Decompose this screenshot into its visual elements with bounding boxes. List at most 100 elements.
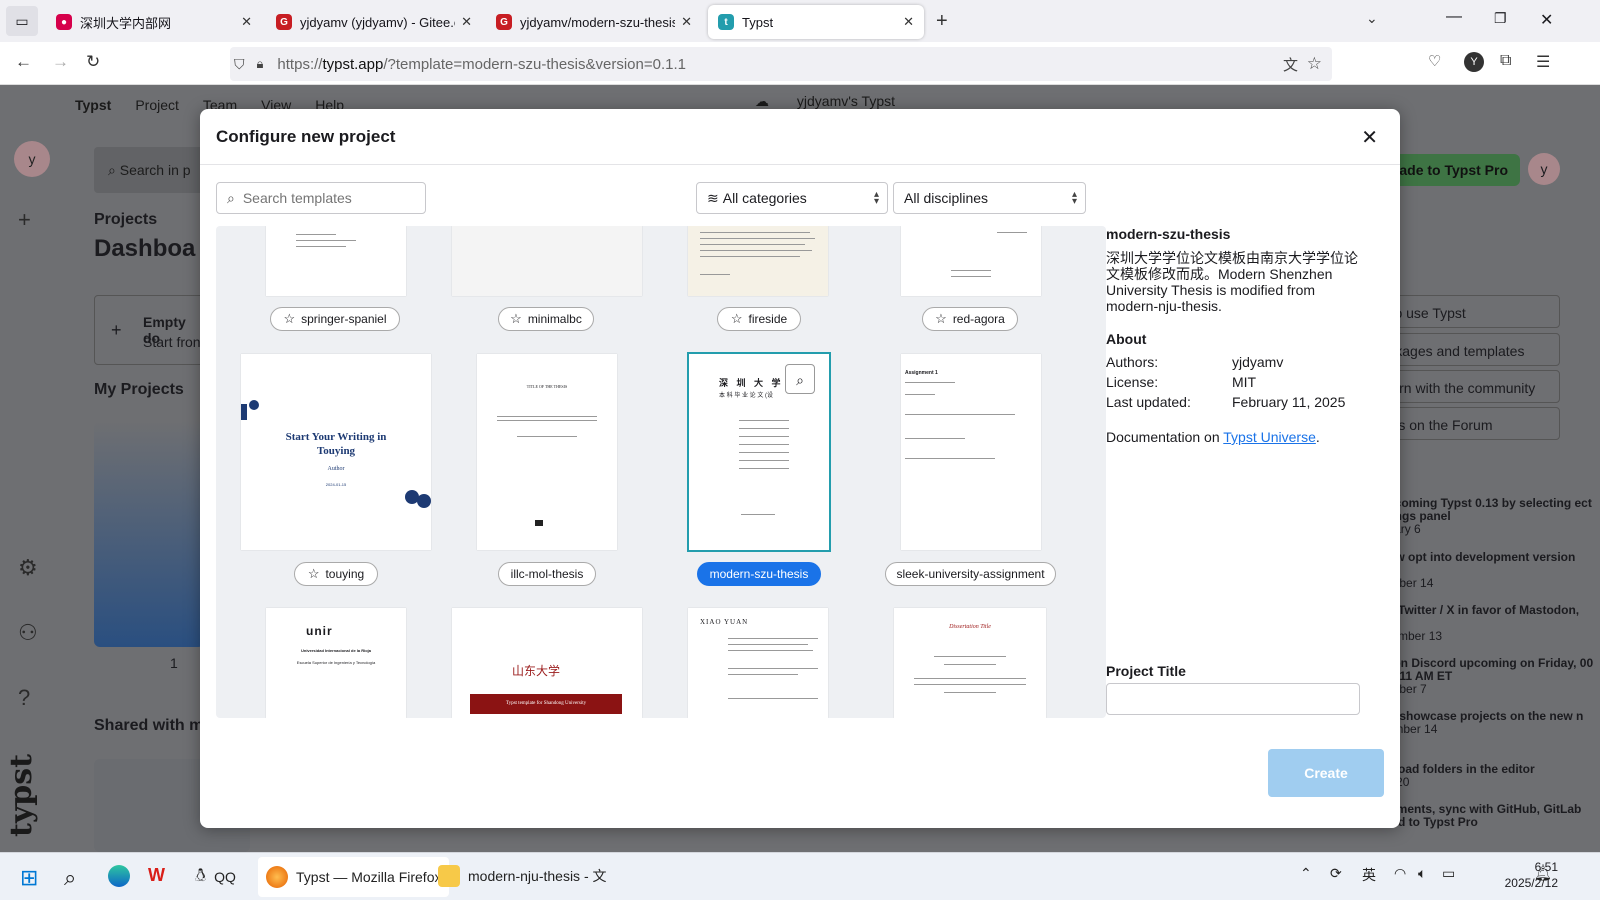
- news-item[interactable]: n now opt into development version ovembe…: [1370, 551, 1600, 604]
- bookmark-star-icon[interactable]: ☆: [1307, 54, 1322, 74]
- pocket-icon[interactable]: ♡: [1428, 52, 1441, 70]
- news-item[interactable]: e upcoming Typst 0.13 by selecting ect s…: [1370, 497, 1600, 551]
- template-thumb-fireside[interactable]: [688, 226, 828, 296]
- typst-universe-link[interactable]: Typst Universe: [1223, 429, 1316, 445]
- avatar[interactable]: y: [1528, 153, 1560, 185]
- windows-start-icon[interactable]: ⊞: [20, 865, 38, 891]
- star-icon[interactable]: ☆: [731, 311, 743, 327]
- browser-tab-gitee[interactable]: G yjdyamv (yjdyamv) - Gitee.com ✕: [266, 5, 482, 39]
- show-hidden-icons-icon[interactable]: ⌃: [1300, 865, 1312, 882]
- shield-icon[interactable]: ⛉: [234, 56, 245, 73]
- menu-project[interactable]: Project: [135, 97, 179, 113]
- ime-indicator[interactable]: 英: [1362, 865, 1376, 885]
- volume-icon[interactable]: 🔈︎: [1418, 865, 1426, 882]
- zoom-icon[interactable]: ⌕: [785, 364, 815, 394]
- template-thumb-cv[interactable]: XIAO YUAN: [688, 608, 828, 718]
- explorer-app[interactable]: modern-nju-thesis - 文: [438, 865, 607, 887]
- template-thumb-touying[interactable]: Start Your Writing in Touying Author 202…: [241, 354, 431, 550]
- template-label-illc-mol-thesis[interactable]: illc-mol-thesis: [498, 562, 596, 586]
- close-tab-icon[interactable]: ✕: [241, 14, 252, 30]
- template-label-sleek-university-assignment[interactable]: sleek-university-assignment: [885, 562, 1056, 586]
- browser-tab-szu[interactable]: ● 深圳大学内部网 ✕: [46, 5, 262, 39]
- avatar[interactable]: y: [14, 141, 50, 177]
- wps-icon[interactable]: W: [148, 865, 165, 886]
- template-thumb-dissertation[interactable]: Dissertation Title: [894, 608, 1046, 718]
- star-icon[interactable]: ☆: [308, 566, 320, 582]
- close-window-icon[interactable]: ✕: [1540, 10, 1553, 30]
- create-button[interactable]: Create: [1268, 749, 1384, 797]
- template-label-touying[interactable]: ☆ touying: [294, 562, 378, 586]
- template-label-fireside[interactable]: ☆ fireside: [717, 307, 801, 331]
- browser-tab-gitee-repo[interactable]: G yjdyamv/modern-szu-thesis ✕: [486, 5, 702, 39]
- reload-icon[interactable]: ↻: [86, 52, 100, 72]
- help-icon[interactable]: ?: [18, 685, 30, 711]
- template-thumb-sleek-university-assignment[interactable]: Assignment 1: [901, 354, 1041, 550]
- new-tab-icon[interactable]: +: [936, 10, 948, 33]
- project-card[interactable]: [94, 421, 204, 647]
- my-projects-label: My Projects: [94, 381, 184, 398]
- browser-nav-bar: ← → ↻ ⛉ 🔒︎ https://typst.app/?template=m…: [0, 42, 1600, 85]
- extensions-icon[interactable]: ⧉: [1500, 52, 1511, 70]
- lock-icon[interactable]: 🔒︎: [257, 56, 264, 72]
- template-thumb-springer-spaniel[interactable]: [266, 226, 406, 296]
- notification-bell-icon[interactable]: 🔔︎: [1534, 865, 1552, 882]
- edge-icon[interactable]: [108, 865, 130, 887]
- star-icon[interactable]: ☆: [510, 311, 522, 327]
- news-item[interactable]: v upload folders in the editorgust 20: [1370, 763, 1600, 803]
- empty-doc-sub: Start fron: [143, 334, 201, 350]
- battery-icon[interactable]: ▭: [1442, 865, 1455, 882]
- sync-icon[interactable]: ⟳: [1330, 865, 1342, 882]
- news-item[interactable]: ving Twitter / X in favor of Mastodon, No…: [1370, 604, 1600, 657]
- url-bar[interactable]: ⛉ 🔒︎ https://typst.app/?template=modern-…: [230, 47, 1332, 81]
- disciplines-select[interactable]: All disciplines ▴ ▾: [893, 182, 1086, 214]
- template-thumb-unir[interactable]: unir Universidad Internacional de la Rio…: [266, 608, 406, 718]
- forward-icon[interactable]: →: [52, 52, 69, 72]
- wifi-icon[interactable]: ◠: [1394, 865, 1406, 882]
- feedback-icon[interactable]: ⚇: [18, 620, 38, 646]
- star-icon[interactable]: ☆: [935, 311, 947, 327]
- template-thumb-illc-mol-thesis[interactable]: TITLE OF THE THESIS: [477, 354, 617, 550]
- template-thumb-shandong[interactable]: 山东大学 Typst template for Shandong Univers…: [452, 608, 642, 718]
- categories-select[interactable]: ≋ All categories ▴ ▾: [696, 182, 888, 214]
- restore-icon[interactable]: ❐: [1494, 10, 1507, 27]
- template-label-minimalbc[interactable]: ☆ minimalbc: [498, 307, 594, 331]
- menu-icon[interactable]: ☰: [1536, 52, 1550, 72]
- close-tab-icon[interactable]: ✕: [461, 14, 472, 30]
- firefox-icon: [266, 866, 288, 888]
- news-item[interactable]: call on Discord upcoming on Friday, 00 C…: [1370, 657, 1600, 710]
- template-label-springer-spaniel[interactable]: ☆ springer-spaniel: [270, 307, 400, 331]
- dashboard-search[interactable]: ⌕ Search in p: [94, 147, 214, 193]
- template-thumb-minimalbc[interactable]: [452, 226, 642, 296]
- close-tab-icon[interactable]: ✕: [681, 14, 692, 30]
- news-item[interactable]: Comments, sync with GitHub, GitLab added…: [1370, 803, 1600, 829]
- star-icon[interactable]: ☆: [283, 311, 295, 327]
- template-label-modern-szu-thesis[interactable]: modern-szu-thesis: [697, 562, 821, 586]
- browser-tab-typst[interactable]: t Typst ✕: [708, 5, 924, 39]
- menu-typst[interactable]: Typst: [75, 97, 111, 113]
- account-icon[interactable]: Y: [1464, 52, 1484, 72]
- translate-icon[interactable]: 文: [1283, 54, 1298, 75]
- add-icon[interactable]: +: [18, 207, 31, 233]
- list-all-tabs-icon[interactable]: ⌄: [1366, 10, 1378, 27]
- template-thumb-modern-szu-thesis[interactable]: 深 圳 大 学 本 科 毕 业 论 文 (设 ⌕: [687, 352, 831, 552]
- about-heading: About: [1106, 331, 1147, 347]
- template-label-red-agora[interactable]: ☆ red-agora: [922, 307, 1018, 331]
- search-icon[interactable]: ⌕: [64, 865, 76, 891]
- project-title-input[interactable]: [1106, 683, 1360, 715]
- template-search-input[interactable]: [242, 190, 403, 206]
- minimize-icon[interactable]: —: [1446, 8, 1462, 26]
- firefox-app[interactable]: Typst — Mozilla Firefox: [258, 857, 450, 897]
- tab-list-icon[interactable]: ▭: [6, 6, 38, 36]
- qq-app[interactable]: 🐧︎ QQ: [195, 865, 236, 888]
- template-thumb-red-agora[interactable]: [901, 226, 1041, 296]
- template-search[interactable]: ⌕: [216, 182, 426, 214]
- back-icon[interactable]: ←: [15, 52, 32, 72]
- close-tab-icon[interactable]: ✕: [903, 14, 914, 30]
- empty-document-card[interactable]: + Empty do Start fron: [94, 295, 204, 365]
- chevron-updown-icon: ▴ ▾: [873, 189, 879, 207]
- gitee-favicon: G: [276, 14, 292, 30]
- news-item[interactable]: ns & showcase projects on the new n eptem…: [1370, 710, 1600, 763]
- sleek-title: Assignment 1: [905, 370, 938, 376]
- settings-icon[interactable]: ⚙: [18, 555, 38, 581]
- close-icon[interactable]: ✕: [1361, 125, 1378, 150]
